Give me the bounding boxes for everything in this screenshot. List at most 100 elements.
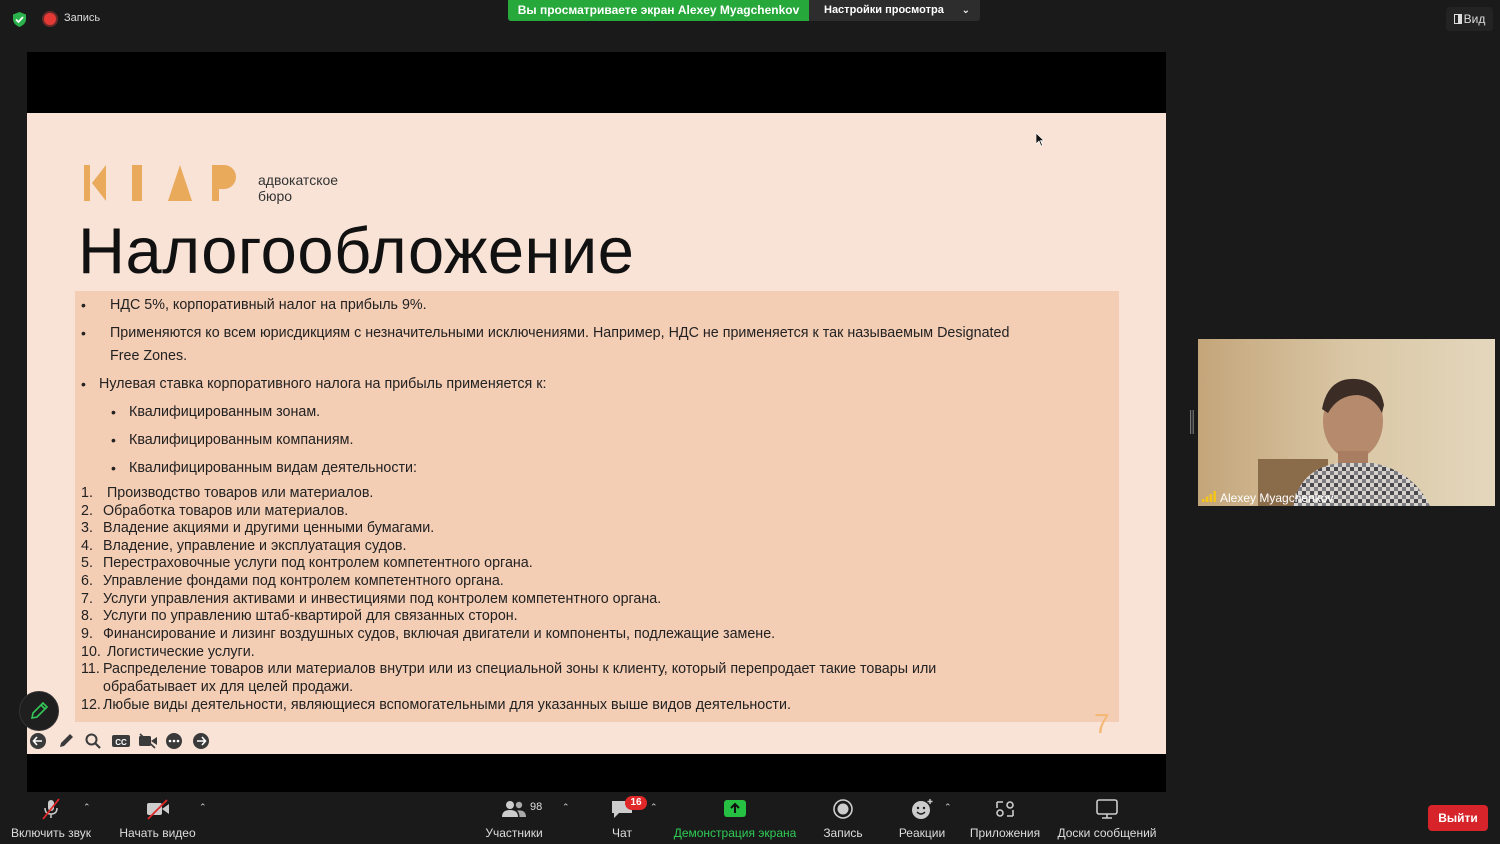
apps-button[interactable]: Приложения [966, 792, 1044, 844]
top-bar: Запись Вы просматриваете экран Alexey My… [0, 0, 1500, 40]
chat-caret-icon[interactable]: ⌃ [650, 802, 658, 813]
bullet-item: Применяются ко всем юрисдикциям с незнач… [110, 325, 1010, 341]
view-settings-label: Настройки просмотра [824, 4, 944, 16]
closed-captions-icon[interactable]: CC [111, 732, 131, 750]
whiteboards-button[interactable]: Доски сообщений [1054, 792, 1160, 844]
numbered-index: 6. [81, 573, 93, 589]
numbered-index: 7. [81, 591, 93, 607]
reactions-caret-icon[interactable]: ⌃ [944, 802, 952, 813]
security-shield-icon[interactable] [11, 11, 28, 28]
sub-bullet-dot: • [111, 460, 116, 476]
participant-video-frame [1198, 339, 1495, 506]
numbered-item: Обработка товаров или материалов. [103, 503, 349, 519]
start-video-button[interactable]: Начать видео [115, 792, 200, 844]
numbered-index: 5. [81, 555, 93, 571]
smiley-icon [912, 799, 933, 819]
numbered-item: Финансирование и лизинг воздушных судов,… [103, 626, 776, 642]
search-icon[interactable] [84, 732, 102, 750]
svg-text:CC: CC [115, 738, 127, 747]
mouse-cursor-icon [1036, 133, 1044, 147]
numbered-item: Распределение товаров или материалов вну… [103, 661, 937, 677]
meeting-toolbar: Включить звук ⌃ Начать видео ⌃ Участники… [0, 792, 1500, 844]
sub-bullet-item: Квалифицированным видам деятельности: [129, 460, 417, 476]
reactions-button[interactable]: Реакции [894, 792, 950, 844]
bullet-dot: • [81, 376, 86, 392]
unmute-label: Включить звук [10, 826, 92, 840]
video-options-caret-icon[interactable]: ⌃ [199, 802, 207, 813]
whiteboards-label: Доски сообщений [1057, 826, 1157, 840]
participants-icon [502, 801, 526, 817]
kiar-logo [84, 165, 236, 201]
record-button[interactable]: Запись [818, 792, 868, 844]
recording-label: Запись [64, 12, 101, 24]
share-screen-button[interactable]: Демонстрация экрана [672, 792, 798, 844]
share-banner: Вы просматриваете экран Alexey Myagchenk… [508, 0, 809, 21]
numbered-index: 2. [81, 503, 93, 519]
bullet-dot: • [81, 325, 86, 341]
bullet-item: НДС 5%, корпоративный налог на прибыль 9… [110, 297, 427, 313]
participants-button[interactable]: Участники [479, 792, 549, 844]
participants-count: 98 [530, 801, 543, 813]
annotate-pen-button[interactable] [19, 691, 59, 731]
bullet-dot: • [81, 297, 86, 313]
resize-grip-icon [1190, 410, 1194, 434]
whiteboard-icon [1096, 799, 1118, 819]
pencil-icon [30, 701, 49, 720]
next-slide-icon[interactable] [192, 732, 210, 750]
numbered-item: Владение, управление и эксплуатация судо… [103, 538, 407, 554]
slide-page-number: 7 [1094, 708, 1110, 739]
numbered-item: Владение акциями и другими ценными бумаг… [103, 520, 435, 536]
numbered-item: Производство товаров или материалов. [107, 485, 374, 501]
numbered-index: 4. [81, 538, 93, 554]
numbered-index: 1. [81, 485, 93, 501]
participants-caret-icon[interactable]: ⌃ [562, 802, 570, 813]
apps-icon [996, 801, 1014, 817]
unmute-button[interactable]: Включить звук [5, 792, 97, 844]
numbered-item-continuation: обрабатывает их для целей продажи. [103, 679, 354, 695]
participant-video-tile[interactable] [1198, 339, 1495, 506]
start-video-label: Начать видео [119, 826, 196, 840]
recording-dot-icon [44, 13, 56, 25]
participants-label: Участники [485, 826, 543, 840]
record-icon [833, 799, 853, 819]
sub-bullet-dot: • [111, 432, 116, 448]
numbered-index: 11. [81, 661, 100, 677]
slide-tools: CC [29, 732, 219, 752]
view-settings-button[interactable]: Настройки просмотра ⌄ [809, 0, 980, 21]
mic-muted-icon [42, 798, 60, 820]
more-options-icon[interactable] [165, 732, 183, 750]
numbered-item: Любые виды деятельности, являющиеся вспо… [103, 697, 791, 713]
view-layout-icon [1453, 14, 1462, 24]
bullet-item-continuation: Free Zones. [110, 348, 188, 364]
view-button-label: Вид [1463, 12, 1486, 26]
bullet-item: Нулевая ставка корпоративного налога на … [99, 376, 547, 392]
share-screen-label: Демонстрация экрана [673, 826, 797, 840]
view-button[interactable]: Вид [1446, 7, 1493, 31]
record-label: Запись [823, 826, 863, 840]
pen-tool-icon[interactable] [57, 732, 75, 750]
numbered-item: Логистические услуги. [107, 644, 255, 660]
numbered-index: 8. [81, 608, 93, 624]
signal-strength-icon [1202, 491, 1216, 502]
chat-unread-badge: 16 [625, 796, 647, 810]
apps-label: Приложения [969, 826, 1041, 840]
chat-label: Чат [612, 826, 632, 840]
sub-bullet-dot: • [111, 404, 116, 420]
numbered-item: Услуги управления активами и инвестициям… [103, 591, 662, 607]
panel-resize-handle[interactable] [1190, 410, 1194, 434]
numbered-index: 10. [81, 644, 101, 660]
numbered-index: 12. [81, 697, 101, 713]
video-off-icon[interactable] [138, 732, 158, 750]
numbered-item: Услуги по управлению штаб-квартирой для … [103, 608, 518, 624]
numbered-item: Перестраховочные услуги под контролем ко… [103, 555, 533, 571]
leave-meeting-button[interactable]: Выйти [1428, 805, 1488, 831]
participant-name-label: Alexey Myagchenkov [1220, 491, 1334, 505]
previous-slide-icon[interactable] [29, 732, 47, 750]
share-screen-icon [724, 800, 746, 817]
sub-bullet-item: Квалифицированным зонам. [129, 404, 321, 420]
sub-bullet-item: Квалифицированным компаниям. [129, 432, 354, 448]
slide-title: Налогообложение [78, 214, 635, 287]
reactions-label: Реакции [898, 826, 946, 840]
camera-off-icon [146, 799, 169, 820]
audio-options-caret-icon[interactable]: ⌃ [83, 802, 91, 813]
